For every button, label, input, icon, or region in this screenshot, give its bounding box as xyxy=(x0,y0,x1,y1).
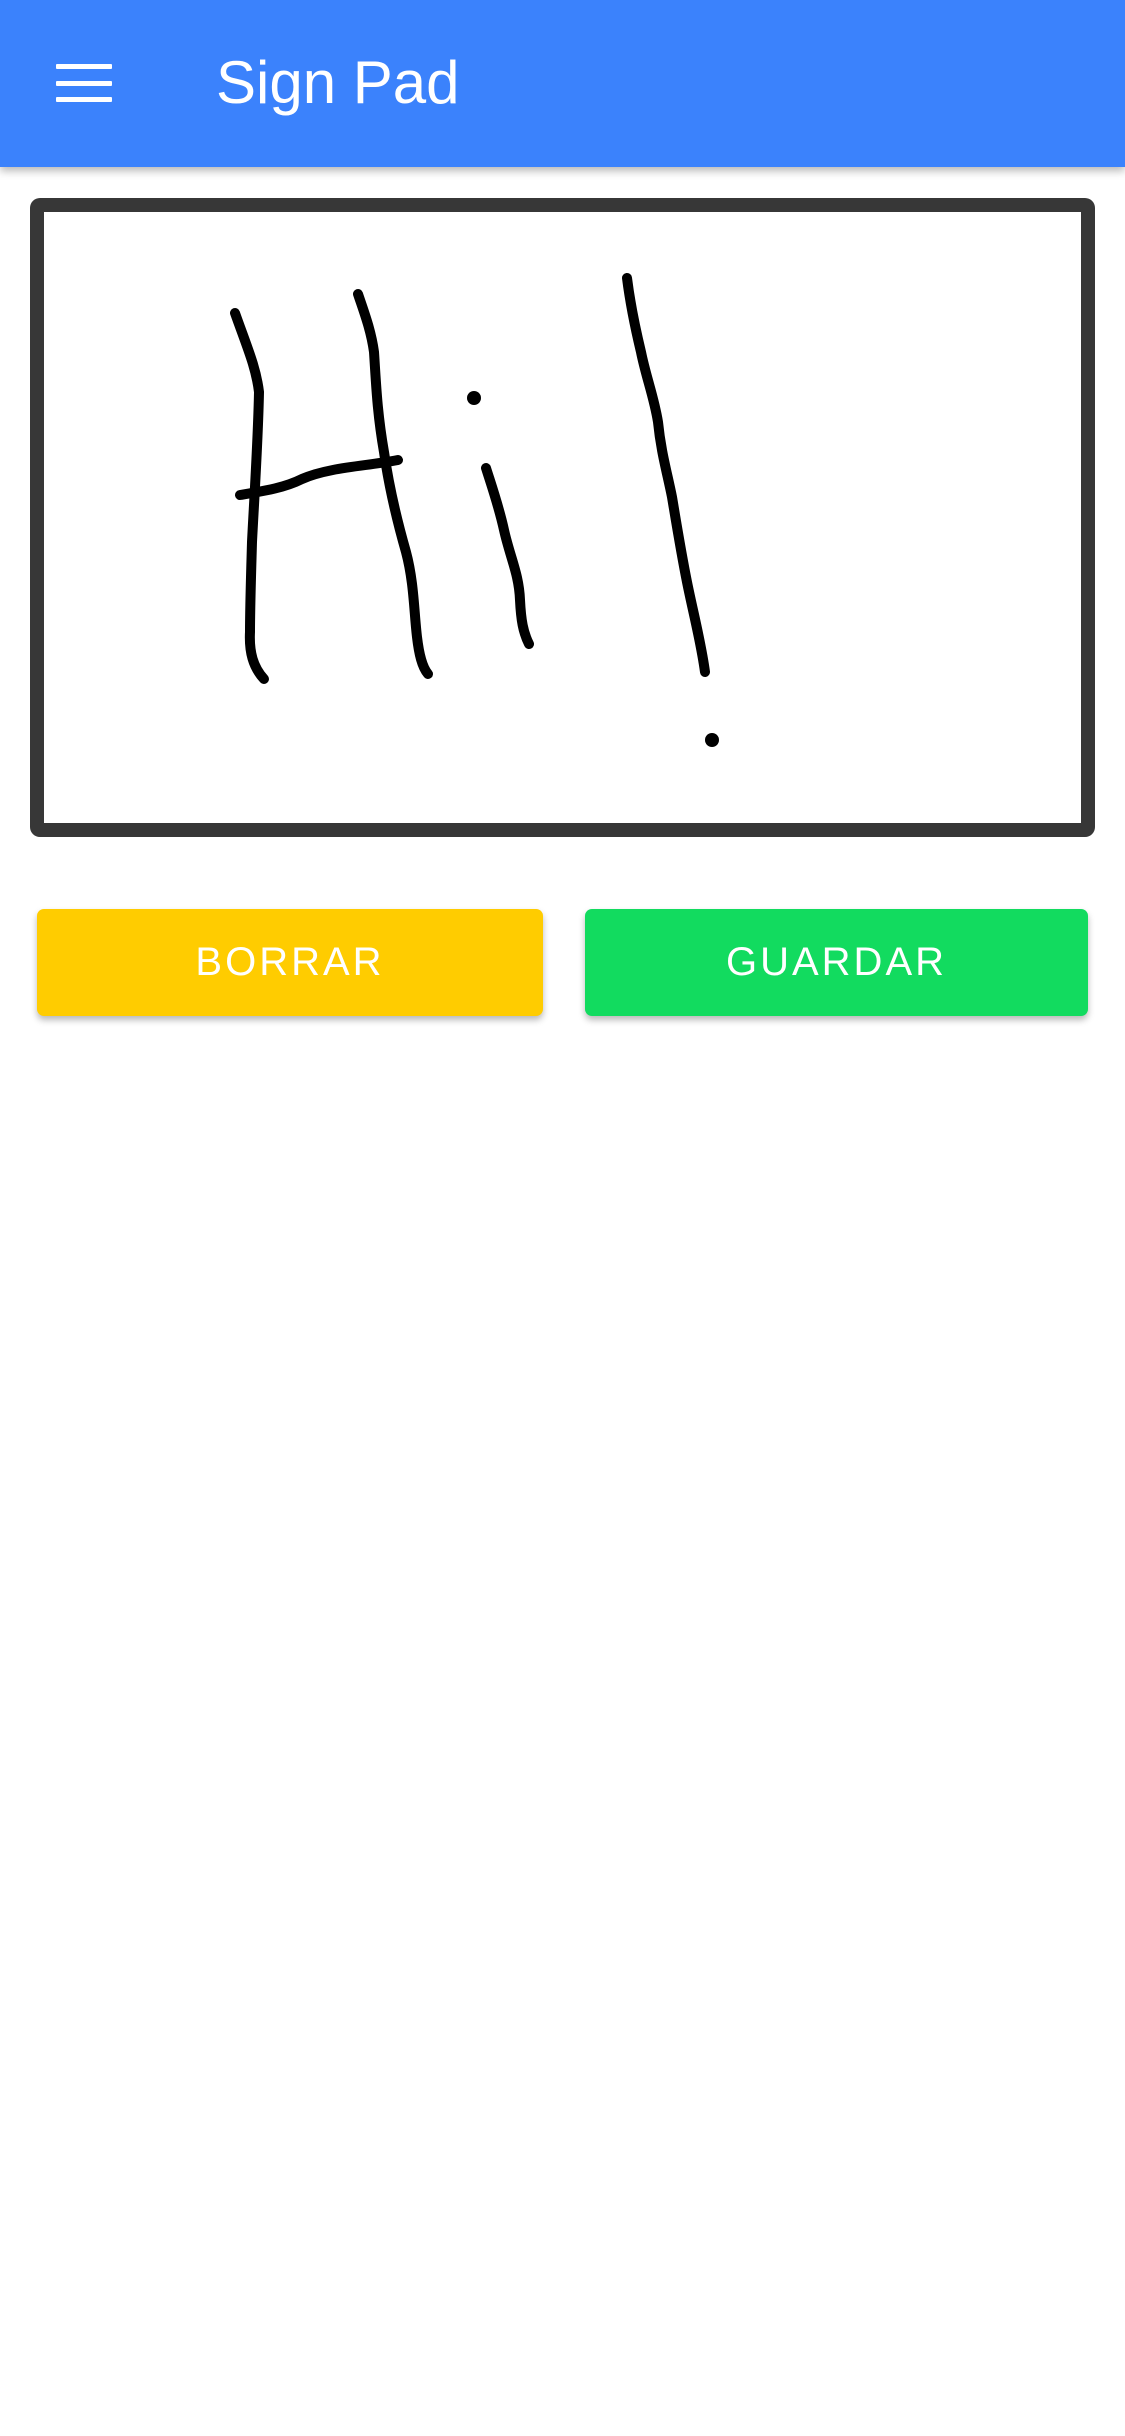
signature-canvas[interactable] xyxy=(44,212,1081,823)
signature-dot xyxy=(467,391,481,405)
clear-button[interactable]: BORRAR xyxy=(37,909,543,1016)
signature-stroke xyxy=(353,289,433,679)
signature-stroke xyxy=(235,455,403,500)
app-screen: Sign Pad BORRAR GUARDAR xyxy=(0,0,1125,2436)
page-title: Sign Pad xyxy=(216,49,460,116)
signature-stroke xyxy=(622,273,710,677)
hamburger-menu-icon xyxy=(56,64,112,102)
menu-button[interactable] xyxy=(40,44,128,122)
save-button[interactable]: GUARDAR xyxy=(585,909,1088,1016)
signature-stroke xyxy=(481,463,534,649)
signature-dot xyxy=(705,733,719,747)
app-toolbar: Sign Pad xyxy=(0,0,1125,167)
signature-pad-frame xyxy=(30,198,1095,837)
